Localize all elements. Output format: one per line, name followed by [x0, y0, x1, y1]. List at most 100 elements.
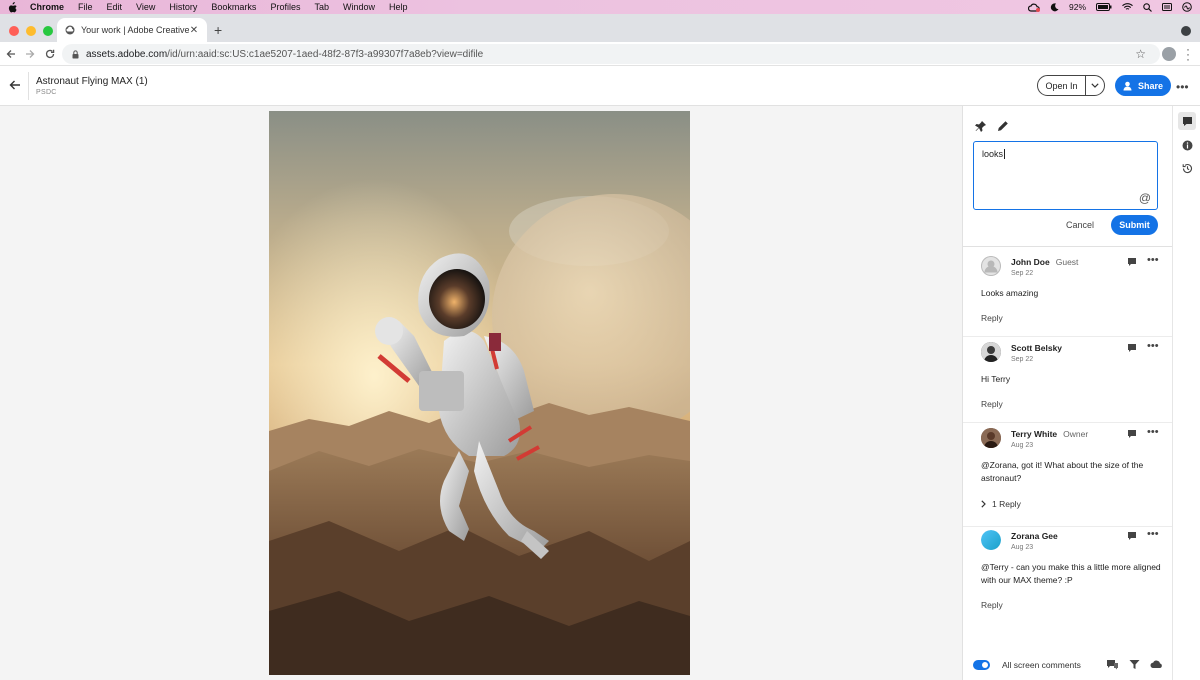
menu-edit[interactable]: Edit: [107, 2, 123, 12]
comment-body: @Zorana, got it! What about the size of …: [981, 460, 1144, 483]
comment-bubble-icon[interactable]: [1127, 257, 1137, 267]
comment-bubble-icon[interactable]: [1127, 343, 1137, 353]
asset-header: Astronaut Flying MAX (1) PSDC Open In Sh…: [0, 66, 1200, 106]
toggle-label: All screen comments: [1002, 660, 1081, 670]
mention-at-icon[interactable]: @: [1139, 191, 1151, 205]
composer-divider: [963, 246, 1173, 247]
astronaut-artwork-image[interactable]: [269, 111, 690, 675]
menu-profiles[interactable]: Profiles: [270, 2, 300, 12]
comment-divider: [963, 526, 1173, 527]
menu-file[interactable]: File: [78, 2, 93, 12]
info-icon: [1182, 140, 1192, 150]
address-bar[interactable]: assets.adobe.com/id/urn:aaid:sc:US:c1ae5…: [62, 44, 1160, 64]
chevron-down-icon[interactable]: [1086, 83, 1104, 88]
moon-icon[interactable]: [1050, 2, 1059, 12]
comment-more-icon[interactable]: •••: [1147, 340, 1159, 352]
comment-date: Aug 23: [1011, 442, 1034, 449]
chevron-right-icon: [981, 500, 986, 508]
pencil-icon[interactable]: [997, 120, 1009, 132]
apple-icon[interactable]: [8, 1, 18, 13]
comment-bubble-icon[interactable]: [1127, 531, 1137, 541]
browser-tab-active[interactable]: Your work | Adobe Creative Cl ✕: [57, 18, 207, 42]
comment-input[interactable]: looks @: [973, 141, 1158, 210]
bookmark-star-icon[interactable]: ☆: [1135, 47, 1146, 61]
menu-tab[interactable]: Tab: [314, 2, 329, 12]
menu-window[interactable]: Window: [343, 2, 375, 12]
version-history-tab[interactable]: [1178, 159, 1196, 177]
wifi-icon[interactable]: [1122, 3, 1133, 11]
view-replies-toggle[interactable]: 1 Reply: [981, 499, 1021, 509]
comment-author: Zorana Gee: [1011, 531, 1058, 541]
profile-avatar-icon[interactable]: [1162, 47, 1176, 61]
lock-icon[interactable]: [72, 49, 79, 59]
menu-history[interactable]: History: [169, 2, 197, 12]
tab-search-icon[interactable]: [1181, 26, 1191, 36]
battery-icon[interactable]: [1096, 3, 1112, 11]
spotlight-search-icon[interactable]: [1143, 2, 1152, 12]
open-in-button-group: Open In: [1037, 75, 1105, 96]
browser-toolbar: assets.adobe.com/id/urn:aaid:sc:US:c1ae5…: [0, 42, 1200, 66]
siri-icon[interactable]: [1182, 2, 1192, 12]
comment-filter-bubble-icon[interactable]: [1106, 659, 1119, 670]
pin-icon[interactable]: [975, 120, 987, 132]
close-window-button[interactable]: [9, 26, 19, 36]
comment-date: Aug 23: [1011, 544, 1034, 551]
back-arrow-icon[interactable]: [8, 78, 22, 92]
reply-link[interactable]: Reply: [981, 313, 1003, 323]
battery-percent: 92%: [1068, 2, 1086, 12]
control-center-icon[interactable]: [1162, 3, 1172, 11]
cancel-button[interactable]: Cancel: [1066, 220, 1094, 230]
info-panel-tab[interactable]: [1178, 136, 1196, 154]
comment-author: Terry White Owner: [1011, 429, 1089, 439]
all-screen-comments-toggle[interactable]: [973, 660, 990, 670]
menu-bookmarks[interactable]: Bookmarks: [211, 2, 256, 12]
menu-view[interactable]: View: [136, 2, 155, 12]
share-button[interactable]: Share: [1115, 75, 1171, 96]
adobe-cc-favicon-icon: [65, 25, 75, 35]
asset-canvas: [0, 106, 962, 680]
comment-author: Scott Belsky: [1011, 343, 1063, 353]
creative-cloud-icon[interactable]: [1027, 3, 1040, 12]
asset-title: Astronaut Flying MAX (1): [36, 76, 148, 87]
comment-more-icon[interactable]: •••: [1147, 426, 1159, 438]
minimize-window-button[interactable]: [26, 26, 36, 36]
url-path: /id/urn:aaid:sc:US:c1ae5207-1aed-48f2-87…: [167, 48, 484, 60]
back-nav-icon[interactable]: [3, 46, 19, 62]
window-controls: [9, 26, 53, 36]
more-options-icon[interactable]: •••: [1176, 80, 1189, 94]
tab-title: Your work | Adobe Creative Cl: [81, 25, 189, 35]
close-tab-icon[interactable]: ✕: [189, 25, 199, 36]
zoom-window-button[interactable]: [43, 26, 53, 36]
menu-app-name[interactable]: Chrome: [30, 2, 64, 12]
menu-help[interactable]: Help: [389, 2, 408, 12]
asset-file-type: PSDC: [36, 89, 57, 96]
comments-panel: looks @ Cancel Submit John Doe Guest Sep …: [962, 106, 1173, 680]
reload-icon[interactable]: [42, 46, 58, 62]
comment-body: Looks amazing: [981, 288, 1039, 298]
filter-icon[interactable]: [1129, 659, 1140, 670]
comment-more-icon[interactable]: •••: [1147, 254, 1159, 266]
submit-button[interactable]: Submit: [1111, 215, 1158, 235]
comment-input-value: looks: [982, 149, 1006, 159]
comment-author-role: Owner: [1063, 429, 1089, 439]
side-rail: [1172, 106, 1200, 680]
comments-panel-tab[interactable]: [1178, 112, 1196, 130]
comment-body: Hi Terry: [981, 374, 1011, 384]
open-in-button[interactable]: Open In: [1038, 76, 1086, 95]
comment-body: @Terry - can you make this a little more…: [981, 562, 1161, 585]
reply-link[interactable]: Reply: [981, 600, 1003, 610]
comment-divider: [963, 422, 1173, 423]
comments-footer: All screen comments: [963, 650, 1173, 680]
reply-link[interactable]: Reply: [981, 399, 1003, 409]
share-button-label: Share: [1137, 80, 1163, 91]
comment-bubble-icon[interactable]: [1127, 429, 1137, 439]
history-icon: [1182, 163, 1192, 173]
chrome-menu-icon[interactable]: · · ·: [1186, 43, 1190, 65]
comment-date: Sep 22: [1011, 270, 1034, 277]
forward-nav-icon[interactable]: [22, 46, 38, 62]
avatar: [981, 530, 1001, 550]
avatar: [981, 342, 1001, 362]
comment-more-icon[interactable]: •••: [1147, 528, 1159, 540]
new-tab-icon[interactable]: +: [214, 22, 222, 38]
cloud-icon[interactable]: [1150, 659, 1163, 669]
